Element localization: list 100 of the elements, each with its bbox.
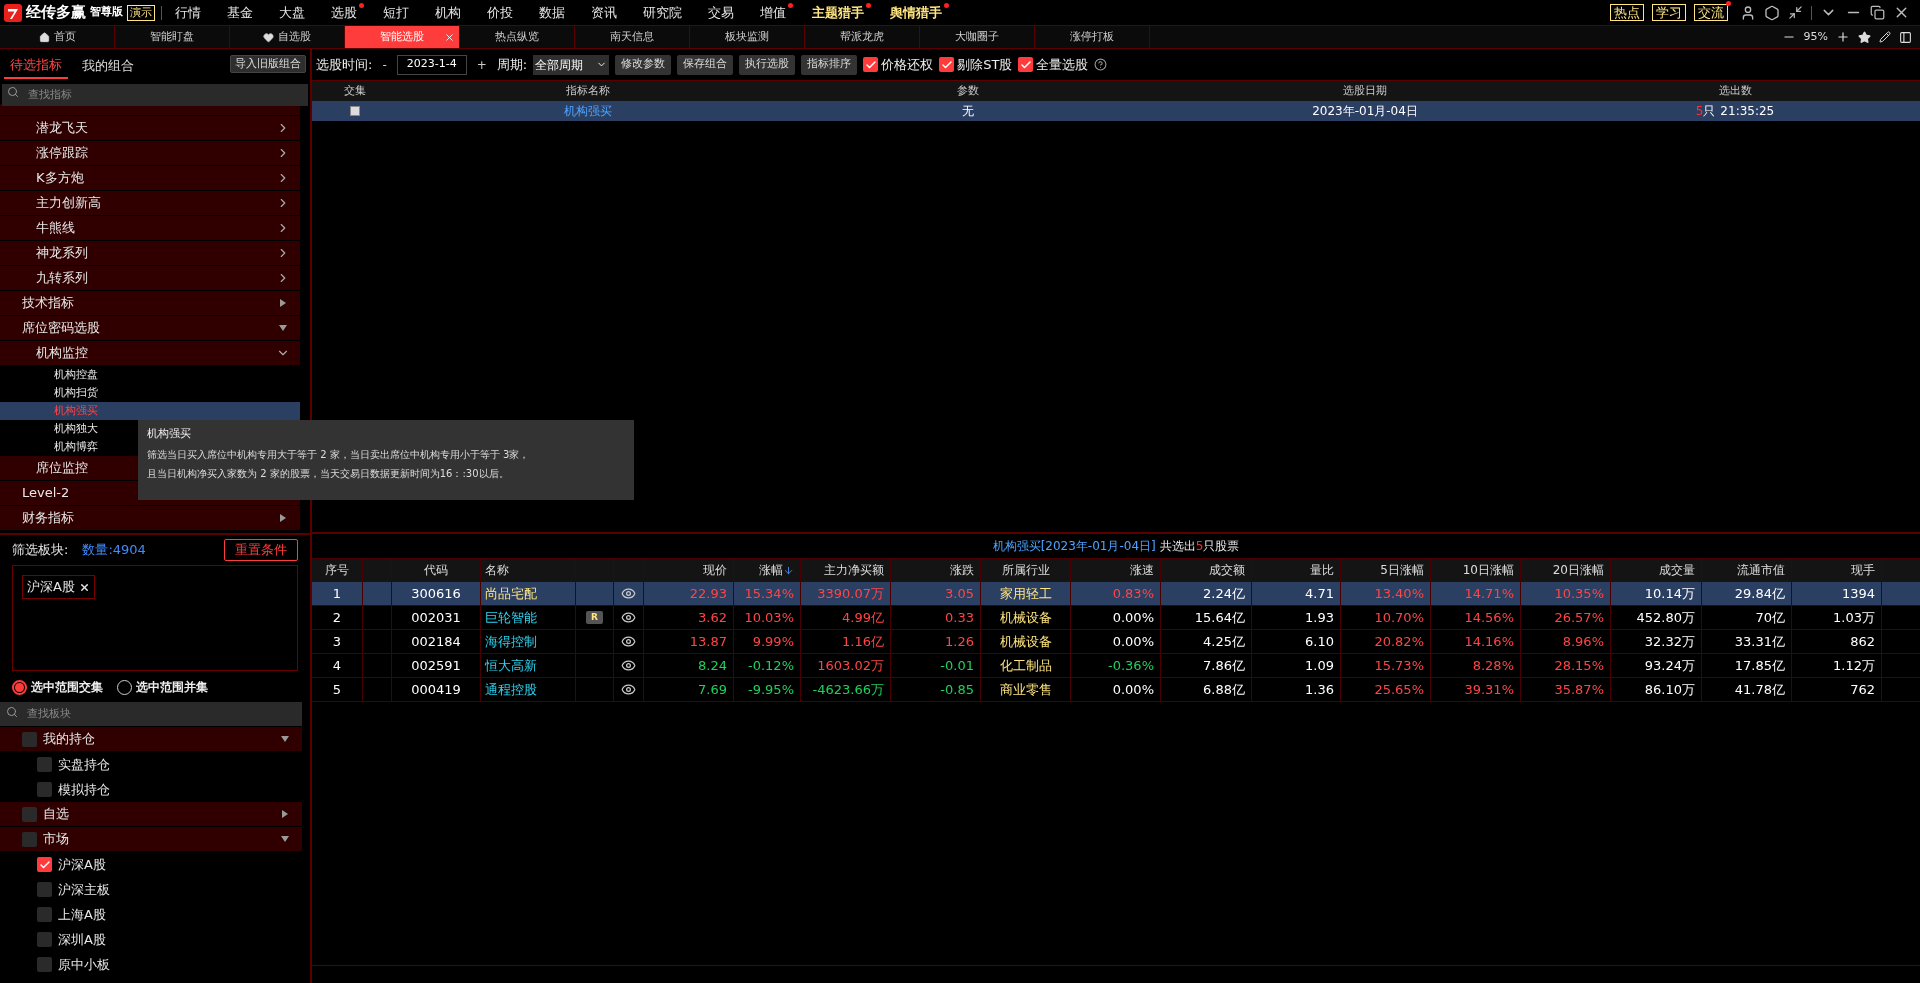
- zoom-level: 95%: [1803, 28, 1828, 45]
- app-name: 经传多赢: [26, 2, 86, 24]
- result-title: 机构强买[2023年-01月-04日]: [992, 538, 1156, 555]
- table-cell-text: 1.09: [1305, 656, 1334, 675]
- table-cell-text: 41.78亿: [1734, 680, 1785, 699]
- table-cell-text: 22.93: [689, 584, 727, 603]
- tooltip-title: 机构强买: [147, 426, 192, 442]
- table-cell-text: 商业零售: [999, 680, 1052, 699]
- table-cell-text: 93.24万: [1644, 656, 1695, 675]
- table-cell-text: 17.85亿: [1734, 656, 1785, 675]
- table-cell-text: 无: [962, 103, 974, 120]
- table-cell-text: 9.99%: [752, 632, 794, 651]
- table-cell-text: 002031: [411, 608, 461, 627]
- table-cell-text: 化工制品: [999, 656, 1052, 675]
- table-cell-text: 1.03万: [1833, 608, 1875, 627]
- table-cell-text: -0.36%: [1108, 656, 1154, 675]
- table-cell-text: 8.24: [698, 656, 727, 675]
- table-cell-text: 14.16%: [1464, 632, 1514, 651]
- table-cell-text: 1394: [1841, 584, 1875, 603]
- table-cell-text: 32.32万: [1644, 632, 1695, 651]
- table-cell-text: 7.69: [698, 680, 727, 699]
- table-cell-text: 3390.07万: [817, 584, 884, 603]
- table-cell-text: 4.71: [1305, 584, 1334, 603]
- table-cell-text: 8.28%: [1472, 656, 1514, 675]
- stock-name: 通程控股: [485, 680, 537, 699]
- table-cell-text: 15.64亿: [1194, 608, 1245, 627]
- table-cell-text: -0.01: [940, 656, 974, 675]
- indicator-name: 机构强买: [564, 103, 612, 120]
- table-cell-text: 13.40%: [1374, 584, 1424, 603]
- table-cell-text: 26.57%: [1554, 608, 1604, 627]
- table-cell-text: 5: [332, 680, 342, 699]
- badge: R: [586, 611, 603, 624]
- table-cell-text: -9.95%: [748, 680, 794, 699]
- column-header: 交集: [344, 82, 366, 99]
- table-cell-text: 762: [1850, 680, 1875, 699]
- table-cell-text: 39.31%: [1464, 680, 1514, 699]
- table-cell-text: 机械设备: [999, 608, 1052, 627]
- table-cell-text: 1: [332, 584, 342, 603]
- table-cell-text: 0.33: [945, 608, 974, 627]
- table-cell-text: 86.10万: [1644, 680, 1695, 699]
- table-cell-text: 33.31亿: [1734, 632, 1785, 651]
- stock-name: 恒大高新: [485, 656, 537, 675]
- board-count: 数量:4904: [82, 541, 146, 560]
- table-cell-text: 家用轻工: [999, 584, 1052, 603]
- table-cell-text: 300616: [411, 584, 461, 603]
- table-cell-text: 002184: [411, 632, 461, 651]
- table-cell-text: 002591: [411, 656, 461, 675]
- mode-badge: 演示: [127, 4, 155, 21]
- option-label: 剔除ST股: [957, 55, 1013, 74]
- tooltip-text: 且当日机构净买入家数为 2 家的股票，当天交易日数据更新时间为16：:30以后。: [147, 466, 510, 481]
- table-cell-text: 0.00%: [1112, 632, 1154, 651]
- stock-name: 巨轮智能: [485, 608, 537, 627]
- table-cell-text: 1.93: [1305, 608, 1334, 627]
- option-label: 全量选股: [1036, 55, 1089, 74]
- radio-label: 选中范围交集: [31, 679, 103, 696]
- table-cell-text: 7.86亿: [1203, 656, 1245, 675]
- table-cell-text: 452.80万: [1636, 608, 1695, 627]
- table-cell-text: 3.62: [698, 608, 727, 627]
- table-cell-text: 6.88亿: [1203, 680, 1245, 699]
- table-cell-text: 29.84亿: [1734, 584, 1785, 603]
- table-cell-text: 0.83%: [1112, 584, 1154, 603]
- table-cell-text: 2023年-01月-04日: [1312, 103, 1418, 120]
- tooltip-text: 筛选当日买入席位中机构专用大于等于 2 家，当日卖出席位中机构专用小于等于 3家，: [147, 447, 531, 462]
- table-cell-text: 14.71%: [1464, 584, 1514, 603]
- column-header: 参数: [957, 82, 979, 99]
- table-cell-text: 4.99亿: [842, 608, 884, 627]
- table-cell-text: 000419: [411, 680, 461, 699]
- date-label: 选股时间:: [316, 55, 373, 74]
- period-label: 周期:: [496, 55, 528, 74]
- table-cell-text: 35.87%: [1554, 680, 1604, 699]
- option-label: 价格还权: [881, 55, 934, 74]
- filter-label: 筛选板块:: [12, 541, 69, 560]
- table-cell-text: 3.05: [945, 584, 974, 603]
- table-cell-text: 1.36: [1305, 680, 1334, 699]
- table-cell-text: -0.12%: [748, 656, 794, 675]
- table-cell-text: 2: [332, 608, 342, 627]
- table-cell-text: 10.35%: [1554, 584, 1604, 603]
- table-cell-text: 70亿: [1755, 608, 1785, 627]
- table-cell-text: 4: [332, 656, 342, 675]
- edition-label: 智尊版: [90, 4, 123, 21]
- table-cell-text: 1.12万: [1833, 656, 1875, 675]
- result-summary: 共选出5只股票: [1159, 538, 1240, 555]
- table-cell-text: 3: [332, 632, 342, 651]
- table-cell-text: 10.70%: [1374, 608, 1424, 627]
- table-cell-text: 1603.02万: [817, 656, 884, 675]
- table-cell-text: 8.96%: [1562, 632, 1604, 651]
- table-cell-text: 25.65%: [1374, 680, 1424, 699]
- table-cell-text: 20.82%: [1374, 632, 1424, 651]
- table-cell-text: 1.26: [945, 632, 974, 651]
- table-cell-text: 0.00%: [1112, 680, 1154, 699]
- table-cell-text: 1.16亿: [842, 632, 884, 651]
- table-cell-text: 15.34%: [744, 584, 794, 603]
- column-header: 选股日期: [1343, 82, 1387, 99]
- stock-name: 尚品宅配: [485, 584, 537, 603]
- column-header: 指标名称: [566, 82, 610, 99]
- table-cell-text: 14.56%: [1464, 608, 1514, 627]
- table-cell-text: 15.73%: [1374, 656, 1424, 675]
- table-cell-text: 10.03%: [744, 608, 794, 627]
- table-cell-text: 21:35:25: [1720, 103, 1775, 120]
- table-cell-text: 13.87: [689, 632, 727, 651]
